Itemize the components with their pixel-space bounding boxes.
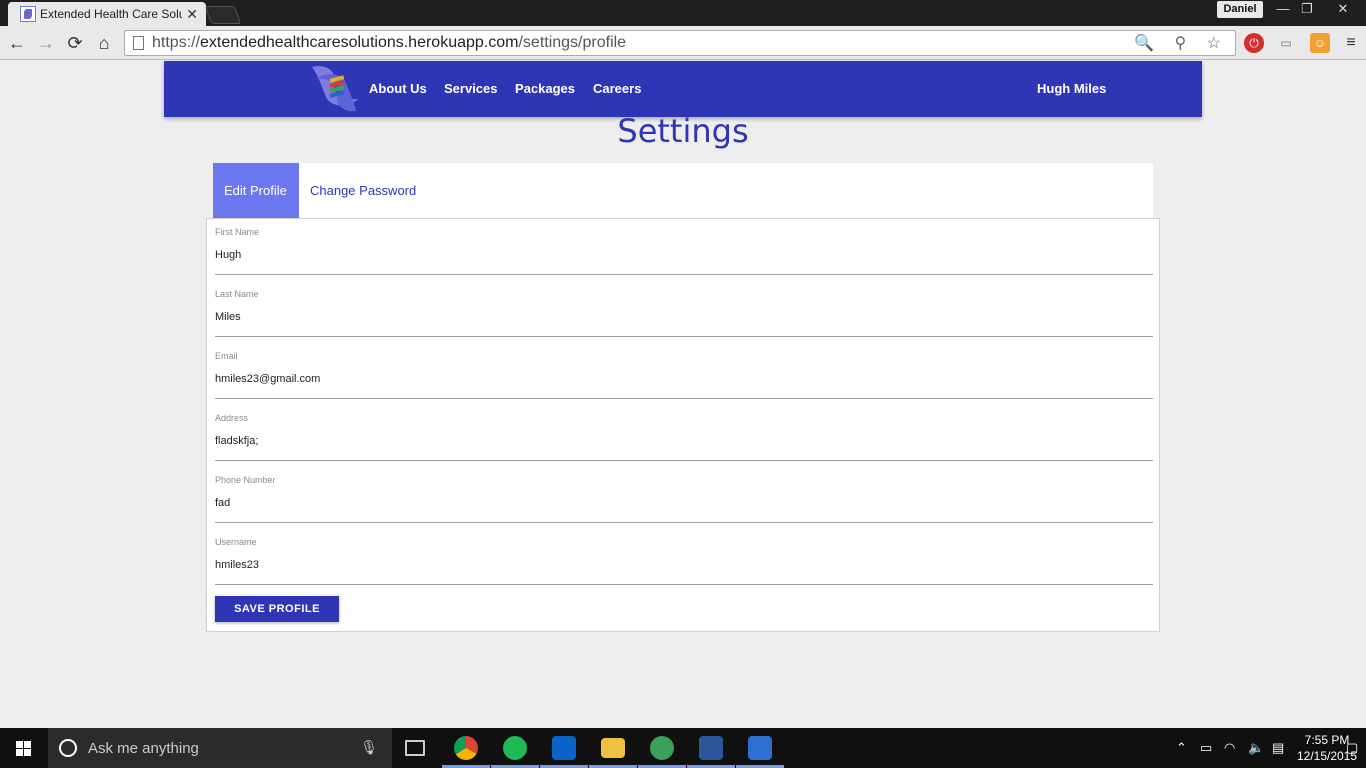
profile-form: First Name Last Name Email Address Phone… (206, 218, 1160, 632)
site-header: About Us Services Packages Careers Hugh … (164, 61, 1202, 117)
atom-icon[interactable] (650, 736, 674, 760)
address-input[interactable] (215, 435, 1153, 447)
phone-number-input[interactable] (215, 497, 1153, 509)
task-view-icon[interactable] (405, 740, 425, 756)
new-tab-button[interactable] (204, 6, 242, 24)
last-name-label: Last Name (215, 289, 259, 299)
username-field: Username (215, 529, 1153, 585)
nav-packages[interactable]: Packages (515, 81, 575, 96)
address-field: Address (215, 405, 1153, 461)
browser-tab[interactable]: Extended Health Care Solu ✕ (8, 2, 206, 26)
page-title: Settings (617, 112, 749, 150)
settings-tabs: Edit Profile Change Password (213, 163, 1153, 218)
forward-icon[interactable]: → (35, 32, 57, 54)
email-label: Email (215, 351, 238, 361)
cast-icon[interactable]: ▭ (1276, 33, 1296, 53)
restore-icon[interactable]: ❐ (1292, 0, 1322, 18)
file-explorer-icon[interactable] (601, 738, 625, 758)
battery-icon[interactable]: ▭ (1200, 740, 1212, 756)
email-field: Email (215, 343, 1153, 399)
email-input[interactable] (215, 373, 1153, 385)
extension-off-icon[interactable]: ☺ (1310, 33, 1330, 53)
back-icon[interactable]: ← (6, 32, 28, 54)
cortana-search[interactable]: Ask me anything 🎙 (48, 728, 392, 768)
username-input[interactable] (215, 559, 1153, 571)
tab-change-password[interactable]: Change Password (299, 163, 427, 218)
address-label: Address (215, 413, 249, 423)
chrome-icon[interactable] (454, 736, 478, 760)
reload-icon[interactable]: ⟳ (64, 32, 86, 54)
close-tab-icon[interactable]: ✕ (186, 6, 198, 23)
tab-edit-profile[interactable]: Edit Profile (213, 163, 299, 218)
bookmark-star-icon[interactable]: 🔍 ⚲ ☆ (1134, 33, 1229, 53)
last-name-input[interactable] (215, 311, 1153, 323)
keyboard-icon[interactable]: ▤ (1272, 740, 1284, 756)
close-window-icon[interactable]: ✕ (1328, 0, 1358, 18)
microphone-icon[interactable]: 🎙 (360, 739, 378, 756)
nav-careers[interactable]: Careers (593, 81, 641, 96)
notifications-icon[interactable]: ▢ (1346, 740, 1358, 756)
nav-about-us[interactable]: About Us (369, 81, 427, 96)
address-bar[interactable]: https://extendedhealthcaresolutions.hero… (124, 30, 1236, 56)
spotify-icon[interactable] (503, 736, 527, 760)
site-favicon-icon (20, 6, 36, 22)
cortana-icon (59, 739, 77, 757)
tab-title: Extended Health Care Solu (40, 7, 183, 21)
home-icon[interactable]: ⌂ (93, 32, 115, 54)
username-label: Username (215, 537, 257, 547)
url-text: https://extendedhealthcaresolutions.hero… (152, 34, 627, 51)
show-hidden-icons-icon[interactable]: ⌃ (1176, 740, 1187, 756)
powershell-icon[interactable] (748, 736, 772, 760)
profile-button[interactable]: Daniel (1217, 1, 1263, 18)
word-icon[interactable] (699, 736, 723, 760)
search-placeholder: Ask me anything (88, 740, 199, 757)
wifi-icon[interactable]: ◠ (1224, 740, 1235, 756)
first-name-input[interactable] (215, 249, 1153, 261)
volume-icon[interactable]: 🔈 (1248, 740, 1264, 756)
page-icon (133, 36, 144, 50)
nav-services[interactable]: Services (444, 81, 498, 96)
browser-toolbar: ← → ⟳ ⌂ https://extendedhealthcaresoluti… (0, 26, 1366, 60)
taskbar: Ask me anything 🎙 ⌃ ▭ ◠ 🔈 ▤ 7:55 PM 12/1… (0, 728, 1366, 768)
phone-number-field: Phone Number (215, 467, 1153, 523)
browser-titlebar: Extended Health Care Solu ✕ Daniel — ❐ ✕ (0, 0, 1366, 26)
user-menu[interactable]: Hugh Miles (1037, 81, 1106, 96)
logo-icon[interactable] (308, 63, 364, 115)
last-name-field: Last Name (215, 281, 1153, 337)
phone-number-label: Phone Number (215, 475, 276, 485)
first-name-field: First Name (215, 219, 1153, 275)
outlook-icon[interactable] (552, 736, 576, 760)
windows-icon (16, 741, 31, 756)
menu-icon[interactable]: ≡ (1341, 33, 1361, 53)
start-button[interactable] (0, 728, 48, 768)
first-name-label: First Name (215, 227, 260, 237)
save-profile-button[interactable]: SAVE PROFILE (215, 596, 339, 622)
adblock-extension-icon[interactable]: ⏻ (1244, 33, 1264, 53)
